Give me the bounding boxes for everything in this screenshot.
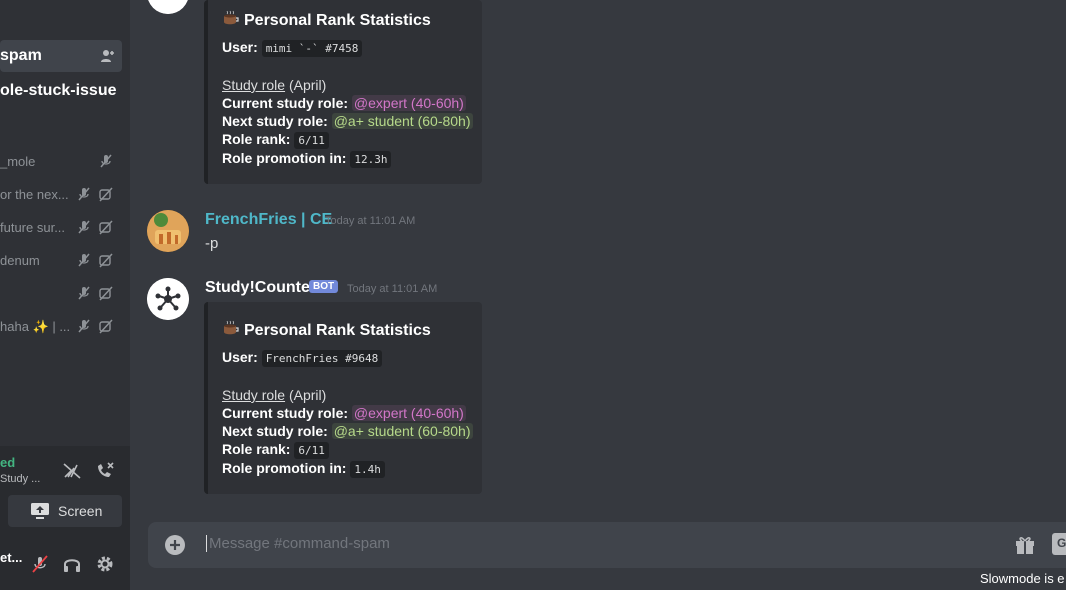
embed-next-role-row: Next study role: @a+ student (60-80h): [222, 113, 473, 129]
mic-muted-icon: [78, 187, 90, 201]
embed-rank-row: Role rank: 6/11: [222, 131, 329, 149]
voice-member-row[interactable]: future sur...: [0, 217, 122, 239]
settings-icon[interactable]: [95, 554, 115, 574]
plus-icon[interactable]: [164, 534, 186, 556]
add-user-icon[interactable]: [100, 48, 116, 64]
voice-status: ed: [0, 455, 16, 470]
voice-member-row[interactable]: haha ✨ | ...: [0, 316, 122, 338]
voice-connection-panel: ed Study ... Screen: [0, 446, 130, 534]
embed-promotion-row: Role promotion in: 12.3h: [222, 150, 392, 168]
message-input[interactable]: Message #command-spam: [206, 535, 390, 552]
message-composer[interactable]: Message #command-spam G: [148, 522, 1066, 568]
username: et...: [0, 550, 23, 565]
study-role-link[interactable]: Study role: [222, 77, 285, 93]
channel-item-active[interactable]: spam: [0, 40, 122, 72]
embed-current-role-row: Current study role: @expert (40-60h): [222, 405, 466, 421]
mic-muted-icon: [78, 220, 90, 234]
channel-name: spam: [0, 47, 42, 64]
gif-button[interactable]: G: [1052, 533, 1066, 555]
role-mention[interactable]: @expert (40-60h): [351, 405, 466, 421]
role-mention[interactable]: @a+ student (60-80h): [331, 423, 473, 439]
coffee-icon: [224, 320, 239, 335]
mic-muted-icon: [100, 154, 112, 168]
embed-title: Personal Rank Statistics: [222, 10, 431, 30]
channel-item[interactable]: ole-stuck-issue: [0, 82, 116, 100]
camera-off-icon: [99, 319, 113, 334]
mic-muted-icon: [78, 319, 90, 333]
voice-member-row[interactable]: [0, 283, 122, 305]
message-author[interactable]: FrenchFries | CE: [205, 211, 332, 229]
embed-promotion-row: Role promotion in: 1.4h: [222, 460, 385, 478]
avatar[interactable]: [147, 0, 189, 14]
coffee-icon: [224, 10, 239, 25]
study-role-link[interactable]: Study role: [222, 387, 285, 403]
voice-member-name: or the nex...: [0, 187, 69, 202]
voice-member-name: _mole: [0, 154, 36, 169]
slowmode-notice: Slowmode is e: [980, 571, 1065, 586]
voice-channel-name[interactable]: Study ...: [0, 473, 40, 485]
voice-member-row[interactable]: or the nex...: [0, 184, 122, 206]
embed-rank-row: Role rank: 6/11: [222, 441, 329, 459]
voice-member-row[interactable]: denum: [0, 250, 122, 272]
bot-avatar[interactable]: [147, 278, 189, 320]
embed-card: Personal Rank Statistics User: FrenchFri…: [204, 302, 482, 494]
discord-app: spam ole-stuck-issue _mole or the nex...…: [0, 0, 1066, 590]
headphones-icon[interactable]: [62, 554, 82, 574]
role-mention[interactable]: @expert (40-60h): [351, 95, 466, 111]
voice-member-name: haha ✨ | ...: [0, 319, 71, 334]
embed-user-row: User: FrenchFries #9648: [222, 349, 383, 367]
camera-off-icon: [99, 253, 113, 268]
message-timestamp: Today at 11:01 AM: [325, 215, 416, 227]
user-code: FrenchFries #9648: [261, 350, 383, 367]
role-mention[interactable]: @a+ student (60-80h): [331, 113, 473, 129]
message-text: -p: [205, 235, 219, 252]
user-panel: et...: [0, 534, 130, 590]
screen-label: Screen: [58, 503, 103, 519]
avatar[interactable]: [147, 210, 189, 252]
voice-member-row[interactable]: _mole: [0, 151, 122, 173]
chat-area: Personal Rank Statistics User: mimi `-` …: [130, 0, 1066, 590]
bot-hub-icon: [147, 278, 189, 320]
voice-member-name: future sur...: [0, 220, 66, 235]
embed-user-row: User: mimi `-` #7458: [222, 39, 363, 57]
embed-card: Personal Rank Statistics User: mimi `-` …: [204, 0, 482, 184]
gift-icon[interactable]: [1014, 533, 1036, 555]
embed-current-role-row: Current study role: @expert (40-60h): [222, 95, 466, 111]
disconnect-icon[interactable]: [95, 460, 115, 480]
embed-title: Personal Rank Statistics: [222, 320, 431, 340]
signal-icon[interactable]: [62, 460, 82, 480]
mic-muted-icon: [78, 286, 90, 300]
camera-off-icon: [99, 286, 113, 301]
mute-icon[interactable]: [30, 554, 50, 574]
mic-muted-icon: [78, 253, 90, 267]
channel-sidebar: spam ole-stuck-issue _mole or the nex...…: [0, 0, 130, 590]
camera-off-icon: [99, 220, 113, 235]
embed-study-role-row: Study role (April): [222, 387, 327, 403]
message-timestamp: Today at 11:01 AM: [347, 283, 438, 295]
bot-badge: BOT: [309, 280, 339, 293]
screen-share-button[interactable]: Screen: [8, 495, 122, 527]
voice-member-name: denum: [0, 253, 40, 268]
user-code: mimi `-` #7458: [261, 40, 363, 57]
camera-off-icon: [99, 187, 113, 202]
embed-next-role-row: Next study role: @a+ student (60-80h): [222, 423, 473, 439]
screen-share-icon: [31, 503, 49, 519]
message-author[interactable]: Study!Counter: [205, 279, 316, 297]
embed-study-role-row: Study role (April): [222, 77, 327, 93]
